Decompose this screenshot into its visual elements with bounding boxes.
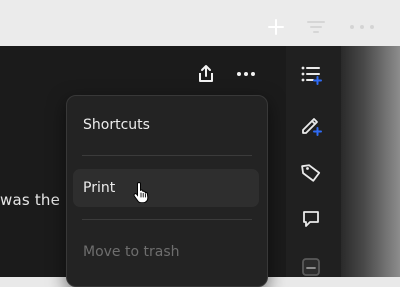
list-add-icon[interactable] — [298, 62, 324, 88]
menu-item-move-to-trash[interactable]: Move to trash — [73, 233, 259, 271]
pen-add-icon[interactable] — [298, 112, 324, 138]
right-sidebar — [286, 46, 341, 277]
menu-item-print[interactable]: Print — [73, 169, 259, 207]
menu-divider — [82, 219, 252, 220]
more-options-menu: Shortcuts Print Move to trash — [66, 95, 268, 287]
filter-icon[interactable] — [305, 16, 327, 38]
menu-divider — [82, 155, 252, 156]
more-icon[interactable] — [345, 16, 385, 38]
top-bar — [0, 0, 400, 46]
right-edge-shadow — [341, 46, 400, 277]
tag-icon[interactable] — [298, 159, 324, 185]
menu-item-shortcuts[interactable]: Shortcuts — [73, 106, 259, 144]
note-icon[interactable] — [298, 254, 324, 280]
share-icon[interactable] — [194, 62, 218, 86]
plus-icon[interactable] — [265, 16, 287, 38]
hand-cursor-icon — [133, 181, 151, 204]
ellipsis-icon[interactable] — [234, 62, 258, 86]
comment-icon[interactable] — [298, 206, 324, 232]
note-body-text[interactable]: was the r — [0, 191, 71, 209]
